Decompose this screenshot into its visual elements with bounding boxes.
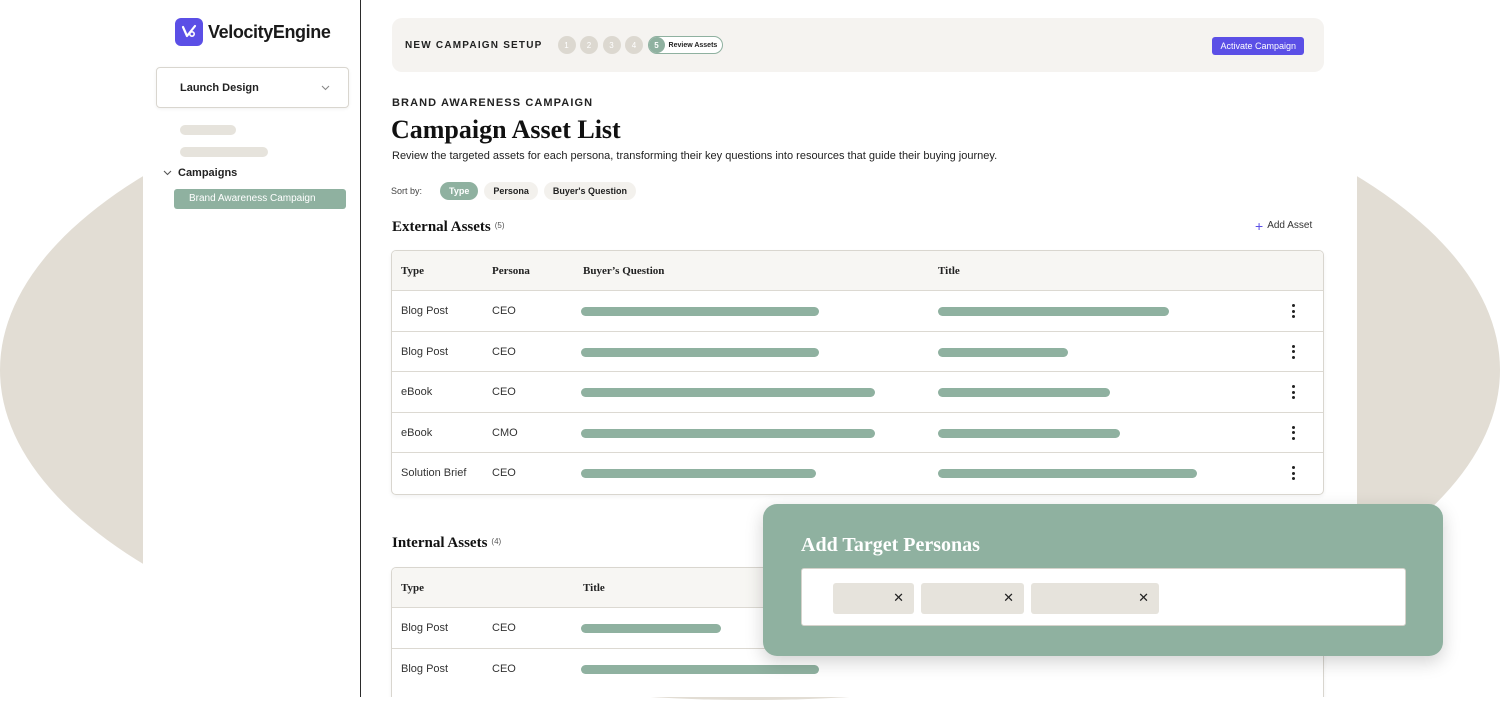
chevron-down-icon bbox=[321, 85, 330, 90]
internal-assets-heading: Internal Assets (4) bbox=[392, 535, 501, 552]
table-row[interactable]: Blog Post CEO bbox=[392, 332, 1323, 372]
step-3[interactable]: 3 bbox=[602, 36, 621, 54]
sort-chip-persona[interactable]: Persona bbox=[484, 182, 538, 200]
title-placeholder bbox=[938, 388, 1110, 397]
close-icon[interactable]: ✕ bbox=[893, 590, 904, 606]
column-header-type[interactable]: Type bbox=[401, 582, 424, 594]
cell-persona: CEO bbox=[492, 345, 516, 358]
sort-row: Sort by: Type Persona Buyer's Question bbox=[391, 182, 642, 200]
title-placeholder bbox=[938, 347, 1068, 357]
add-asset-button[interactable]: + Add Asset bbox=[1255, 217, 1313, 234]
table-header: Type Persona Buyer’s Question Title bbox=[392, 251, 1323, 291]
column-header-title[interactable]: Title bbox=[938, 265, 960, 277]
more-options-icon[interactable] bbox=[1288, 424, 1298, 442]
column-header-type[interactable]: Type bbox=[401, 265, 424, 277]
logo: VelocityEngine bbox=[175, 18, 331, 46]
sidebar-item-brand-awareness[interactable]: Brand Awareness Campaign bbox=[174, 189, 346, 209]
more-options-icon[interactable] bbox=[1288, 383, 1298, 401]
title-placeholder bbox=[938, 469, 1197, 478]
sort-chip-buyers-question[interactable]: Buyer's Question bbox=[543, 182, 637, 200]
cell-persona: CMO bbox=[492, 426, 518, 439]
column-header-title[interactable]: Title bbox=[583, 582, 605, 594]
cell-type: Solution Brief bbox=[401, 467, 467, 479]
step-1[interactable]: 1 bbox=[557, 36, 576, 54]
cell-type: Blog Post bbox=[401, 662, 449, 675]
external-assets-count: (5) bbox=[494, 221, 505, 230]
cell-persona: CEO bbox=[492, 305, 516, 317]
external-assets-table: Type Persona Buyer’s Question Title Blog… bbox=[391, 250, 1324, 495]
nav-placeholder bbox=[180, 147, 268, 157]
cell-type: Blog Post bbox=[401, 345, 449, 358]
column-header-buyers-question[interactable]: Buyer’s Question bbox=[583, 265, 664, 277]
cell-persona: CEO bbox=[492, 662, 516, 675]
persona-tag: ✕ bbox=[833, 583, 914, 614]
step-current-number: 5 bbox=[648, 37, 665, 53]
campaign-eyebrow: BRAND AWARENESS CAMPAIGN bbox=[392, 97, 594, 109]
buyers-question-placeholder bbox=[581, 388, 875, 397]
table-row[interactable]: Solution Brief CEO bbox=[392, 453, 1323, 494]
step-current-label: Review Assets bbox=[668, 41, 718, 49]
cell-type: Blog Post bbox=[401, 305, 449, 317]
cell-type: Blog Post bbox=[401, 622, 449, 634]
logo-icon bbox=[175, 18, 203, 46]
persona-tag: ✕ bbox=[921, 583, 1024, 614]
project-select-label: Launch Design bbox=[180, 81, 259, 94]
title-placeholder bbox=[938, 307, 1169, 316]
external-assets-title: External Assets bbox=[392, 219, 491, 235]
stepper: 1 2 3 4 5 Review Assets bbox=[557, 36, 724, 54]
title-placeholder bbox=[581, 664, 819, 674]
table-row[interactable]: eBook CMO bbox=[392, 413, 1323, 453]
close-icon[interactable]: ✕ bbox=[1003, 590, 1014, 606]
add-target-personas-card: Add Target Personas ✕ ✕ ✕ bbox=[763, 504, 1443, 656]
nav-placeholder bbox=[180, 125, 236, 135]
buyers-question-placeholder bbox=[581, 347, 819, 357]
cell-persona: CEO bbox=[492, 622, 516, 634]
page-title: Campaign Asset List bbox=[391, 115, 621, 144]
logo-text: VelocityEngine bbox=[208, 21, 331, 42]
page-description: Review the targeted assets for each pers… bbox=[392, 150, 998, 162]
internal-assets-title: Internal Assets bbox=[392, 535, 488, 551]
project-select[interactable]: Launch Design bbox=[156, 67, 349, 108]
nav-group-campaigns[interactable]: Campaigns bbox=[163, 167, 237, 179]
table-row[interactable]: eBook CEO bbox=[392, 372, 1323, 413]
internal-assets-count: (4) bbox=[491, 537, 502, 546]
step-current[interactable]: 5 Review Assets bbox=[647, 36, 724, 54]
title-placeholder bbox=[938, 428, 1120, 438]
more-options-icon[interactable] bbox=[1288, 302, 1298, 320]
activate-campaign-button[interactable]: Activate Campaign bbox=[1212, 37, 1304, 55]
persona-tag-input[interactable]: ✕ ✕ ✕ bbox=[801, 568, 1406, 626]
chevron-down-icon bbox=[163, 170, 172, 176]
setup-bar: NEW CAMPAIGN SETUP 1 2 3 4 5 Review Asse… bbox=[392, 18, 1324, 72]
cell-type: eBook bbox=[401, 426, 433, 439]
sort-chip-type[interactable]: Type bbox=[440, 182, 479, 200]
external-assets-heading: External Assets (5) bbox=[392, 219, 505, 236]
sidebar: VelocityEngine Launch Design Campaigns B… bbox=[143, 0, 361, 697]
step-2[interactable]: 2 bbox=[580, 36, 599, 54]
persona-card-title: Add Target Personas bbox=[801, 534, 980, 556]
setup-title: NEW CAMPAIGN SETUP bbox=[405, 39, 543, 51]
cell-type: eBook bbox=[401, 386, 433, 398]
plus-icon: + bbox=[1255, 217, 1264, 234]
buyers-question-placeholder bbox=[581, 307, 819, 316]
column-header-persona[interactable]: Persona bbox=[492, 265, 530, 277]
buyers-question-placeholder bbox=[581, 469, 816, 478]
add-asset-label: Add Asset bbox=[1267, 220, 1313, 231]
cell-persona: CEO bbox=[492, 467, 516, 479]
table-row[interactable]: Blog Post CEO bbox=[392, 291, 1323, 332]
persona-tag: ✕ bbox=[1031, 583, 1159, 614]
step-4[interactable]: 4 bbox=[625, 36, 644, 54]
more-options-icon[interactable] bbox=[1288, 343, 1298, 361]
more-options-icon[interactable] bbox=[1288, 464, 1298, 482]
cell-persona: CEO bbox=[492, 386, 516, 398]
close-icon[interactable]: ✕ bbox=[1138, 590, 1149, 606]
title-placeholder bbox=[581, 624, 721, 633]
sort-label: Sort by: bbox=[391, 186, 423, 196]
nav-group-label: Campaigns bbox=[178, 167, 238, 179]
buyers-question-placeholder bbox=[581, 428, 875, 438]
